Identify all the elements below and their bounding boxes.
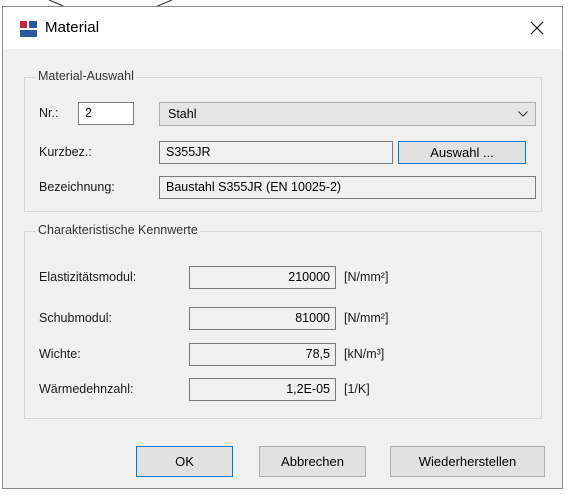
shear-modulus-field: 81000 xyxy=(189,307,336,330)
shear-modulus-unit: [N/mm²] xyxy=(344,311,389,325)
designation-field: Baustahl S355JR (EN 10025-2) xyxy=(159,176,536,199)
nr-label: Nr.: xyxy=(39,106,59,120)
thermal-expansion-unit: [1/K] xyxy=(344,382,370,396)
ok-button[interactable]: OK xyxy=(136,446,233,477)
chevron-down-icon xyxy=(518,111,528,117)
short-name-field: S355JR xyxy=(159,141,393,164)
screen: Material Material-Auswahl Nr.: 2 Stahl K… xyxy=(0,0,568,495)
cancel-button[interactable]: Abbrechen xyxy=(259,446,366,477)
material-category-select[interactable]: Stahl xyxy=(159,102,536,126)
close-button[interactable] xyxy=(513,7,561,49)
select-material-button[interactable]: Auswahl ... xyxy=(398,141,526,164)
restore-button[interactable]: Wiederherstellen xyxy=(390,446,545,477)
thermal-expansion-field: 1,2E-05 xyxy=(189,378,336,401)
specific-weight-unit: [kN/m³] xyxy=(344,347,385,361)
short-name-label: Kurzbez.: xyxy=(39,145,92,159)
elastic-modulus-unit: [N/mm²] xyxy=(344,270,389,284)
material-category-value: Stahl xyxy=(168,107,197,121)
close-icon xyxy=(530,21,544,35)
characteristics-group-label: Charakteristische Kennwerte xyxy=(36,223,200,237)
elastic-modulus-label: Elastizitätsmodul: xyxy=(39,270,137,284)
app-material-icon xyxy=(20,21,37,37)
shear-modulus-label: Schubmodul: xyxy=(39,311,112,325)
thermal-expansion-label: Wärmedehnzahl: xyxy=(39,382,134,396)
designation-label: Bezeichnung: xyxy=(39,180,115,194)
specific-weight-label: Wichte: xyxy=(39,347,81,361)
nr-input[interactable]: 2 xyxy=(78,102,134,125)
material-dialog: Material Material-Auswahl Nr.: 2 Stahl K… xyxy=(2,6,563,489)
window-title: Material xyxy=(45,19,100,36)
specific-weight-field: 78,5 xyxy=(189,343,336,366)
title-bar: Material xyxy=(3,7,562,49)
material-selection-group-label: Material-Auswahl xyxy=(36,69,136,83)
elastic-modulus-field: 210000 xyxy=(189,266,336,289)
